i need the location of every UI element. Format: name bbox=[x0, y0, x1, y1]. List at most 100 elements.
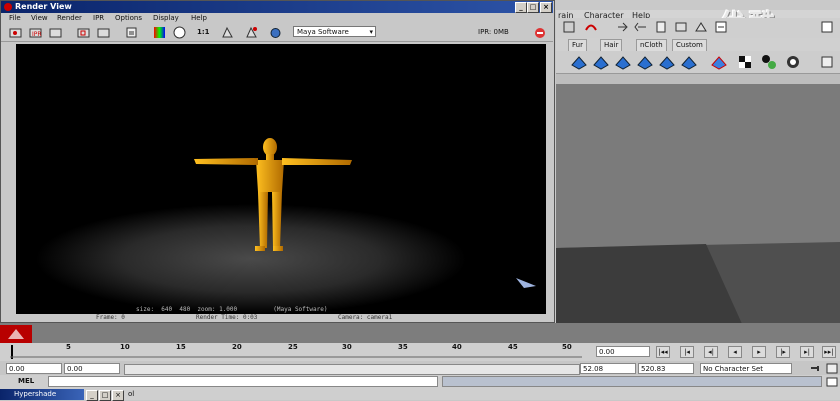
hypershade-close-button[interactable]: × bbox=[112, 390, 124, 401]
shelf-icons bbox=[556, 51, 840, 74]
chevron-down-icon: ▾ bbox=[369, 28, 373, 36]
output-icon[interactable] bbox=[634, 20, 648, 34]
render-info-frame: Frame: 0 bbox=[96, 314, 125, 321]
svg-text:IPR: IPR bbox=[32, 31, 42, 38]
render-globals-icon[interactable] bbox=[245, 26, 258, 39]
shelf-checker-icon-3[interactable] bbox=[784, 53, 802, 71]
rendered-scene bbox=[36, 138, 536, 314]
shelf-misc-icon[interactable] bbox=[818, 53, 836, 71]
rendered-image-canvas[interactable]: size: 640 480 zoom: 1.000 (Maya Software… bbox=[16, 44, 546, 314]
menu-render[interactable]: Render bbox=[57, 14, 82, 22]
refresh-icon[interactable] bbox=[49, 26, 62, 39]
tick-40: 40 bbox=[452, 343, 462, 351]
render-view-titlebar[interactable]: Render View _ □ × bbox=[1, 1, 553, 13]
menu-options[interactable]: Options bbox=[115, 14, 142, 22]
range-slider[interactable] bbox=[124, 364, 580, 375]
render-settings-icon[interactable] bbox=[714, 20, 728, 34]
shelf-poly-icon-5[interactable] bbox=[658, 53, 676, 71]
render-view-left-border bbox=[1, 44, 16, 322]
minimize-button[interactable]: _ bbox=[515, 2, 527, 13]
step-forward-frame-button[interactable]: |▸ bbox=[776, 346, 790, 358]
mouse-cursor bbox=[516, 278, 536, 288]
tick-45: 45 bbox=[508, 343, 518, 351]
script-editor-icon[interactable] bbox=[826, 377, 838, 387]
mel-label: MEL bbox=[18, 377, 35, 385]
rgb-channel-icon[interactable] bbox=[153, 26, 166, 39]
character-set-select[interactable]: No Character Set bbox=[700, 363, 792, 374]
menu-ipr[interactable]: IPR bbox=[93, 14, 104, 22]
hypershade-maximize-button[interactable]: □ bbox=[99, 390, 111, 401]
ground-grid-plane bbox=[556, 84, 840, 346]
hypershade-titlebar[interactable]: Hypershade bbox=[0, 389, 84, 400]
render-view-toolbar: IPR 1:1 bbox=[1, 24, 553, 42]
menu-file[interactable]: File bbox=[9, 14, 21, 22]
renderer-select[interactable]: Maya Software ▾ bbox=[293, 26, 376, 37]
playback-end-field[interactable]: 52.08 bbox=[580, 363, 636, 374]
current-frame-field[interactable]: 0.00 bbox=[596, 346, 650, 357]
viewport-header bbox=[556, 74, 840, 84]
keep-image-icon[interactable] bbox=[125, 26, 138, 39]
step-forward-key-button[interactable]: ▸| bbox=[800, 346, 814, 358]
panel-toggle-icon[interactable] bbox=[820, 20, 834, 34]
menu-help[interactable]: Help bbox=[191, 14, 207, 22]
shelf-poly-icon-7[interactable] bbox=[710, 53, 728, 71]
close-button[interactable]: × bbox=[540, 2, 552, 13]
command-line-input[interactable] bbox=[48, 376, 438, 387]
select-icon[interactable] bbox=[562, 20, 576, 34]
snapshot-icon[interactable] bbox=[97, 26, 110, 39]
go-to-end-button[interactable]: ▸▸| bbox=[822, 346, 836, 358]
tick-50: 50 bbox=[562, 343, 572, 351]
shelf-checker-icon-2[interactable] bbox=[760, 53, 778, 71]
maya-app-icon bbox=[4, 3, 12, 11]
region-render-icon[interactable] bbox=[77, 26, 90, 39]
hypershade-minimize-button[interactable]: _ bbox=[86, 390, 98, 401]
tick-30: 30 bbox=[342, 343, 352, 351]
go-to-start-button[interactable]: |◂◂ bbox=[656, 346, 670, 358]
redo-render-icon[interactable] bbox=[9, 26, 22, 39]
hypershade-icon[interactable] bbox=[269, 26, 282, 39]
playback-controls: |◂◂ |◂ ◂| ◂ ▸ |▸ ▸| ▸▸| bbox=[654, 344, 840, 360]
step-back-frame-button[interactable]: ◂| bbox=[704, 346, 718, 358]
spotlight-pool bbox=[36, 204, 466, 314]
maya-status-toolbar bbox=[556, 18, 840, 38]
render-view-title: Render View bbox=[15, 2, 72, 11]
maximize-button[interactable]: □ bbox=[527, 2, 539, 13]
perspective-viewport[interactable] bbox=[556, 84, 840, 346]
snap-curve-icon[interactable] bbox=[584, 20, 598, 34]
render-settings-icon[interactable] bbox=[221, 26, 234, 39]
prefs-icon[interactable] bbox=[826, 363, 838, 374]
shelf-poly-icon-3[interactable] bbox=[614, 53, 632, 71]
tick-15: 15 bbox=[176, 343, 186, 351]
play-forwards-button[interactable]: ▸ bbox=[752, 346, 766, 358]
menu-display[interactable]: Display bbox=[153, 14, 179, 22]
shelf-checker-icon-1[interactable] bbox=[736, 53, 754, 71]
menu-view[interactable]: View bbox=[31, 14, 48, 22]
real-size-label[interactable]: 1:1 bbox=[197, 28, 210, 36]
history-icon[interactable] bbox=[654, 20, 668, 34]
stop-render-icon[interactable] bbox=[534, 27, 546, 39]
ipr-memory-label: IPR: 0MB bbox=[478, 28, 509, 36]
tick-20: 20 bbox=[232, 343, 242, 351]
key-icon[interactable] bbox=[810, 363, 822, 374]
command-line-row: MEL bbox=[0, 375, 840, 389]
step-back-key-button[interactable]: |◂ bbox=[680, 346, 694, 358]
time-slider-ticks: 5 10 15 20 25 30 35 40 45 50 bbox=[10, 343, 582, 361]
hypershade-taskbar: Hypershade _ □ × ol bbox=[0, 389, 840, 401]
shelf-poly-icon-6[interactable] bbox=[680, 53, 698, 71]
shelf-poly-icon-2[interactable] bbox=[592, 53, 610, 71]
start-time-field[interactable]: 0.00 bbox=[6, 363, 62, 374]
render-frame-icon[interactable] bbox=[674, 20, 688, 34]
maya-logo bbox=[0, 325, 32, 343]
play-backwards-button[interactable]: ◂ bbox=[728, 346, 742, 358]
shelf-poly-icon-1[interactable] bbox=[570, 53, 588, 71]
ipr-render-icon[interactable]: IPR bbox=[29, 26, 42, 39]
playback-start-field[interactable]: 0.00 bbox=[64, 363, 120, 374]
shelf-poly-icon-4[interactable] bbox=[636, 53, 654, 71]
render-view-scrollbar[interactable] bbox=[546, 44, 554, 322]
character-set-value: No Character Set bbox=[703, 365, 764, 373]
alpha-channel-icon[interactable] bbox=[173, 26, 186, 39]
render-info-camera: Camera: camera1 bbox=[338, 314, 393, 321]
end-time-field[interactable]: 520.83 bbox=[638, 363, 694, 374]
ipr-icon[interactable] bbox=[694, 20, 708, 34]
input-icon[interactable] bbox=[616, 20, 630, 34]
